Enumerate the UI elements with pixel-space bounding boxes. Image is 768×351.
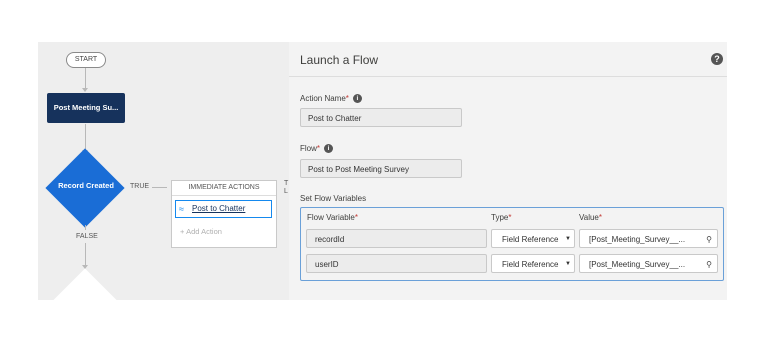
column-header-value: Value*	[579, 213, 602, 222]
column-header-type: Type*	[491, 213, 512, 222]
dropdown-caret-icon: ▼	[565, 236, 571, 242]
value-lookup-field[interactable]: [Post_Meeting_Survey__... ⚲	[579, 254, 718, 273]
record-node[interactable]: Post Meeting Su...	[47, 93, 125, 123]
connector-line	[85, 243, 86, 267]
flow-variable-input[interactable]: recordId	[306, 229, 487, 248]
next-decision-node[interactable]	[52, 268, 118, 300]
panel-title: Launch a Flow	[300, 53, 379, 67]
start-node[interactable]: START	[66, 52, 106, 68]
type-select[interactable]: Field Reference ▼	[491, 229, 575, 248]
immediate-actions-header: IMMEDIATE ACTIONS	[172, 181, 276, 196]
immediate-actions-box: IMMEDIATE ACTIONS ≈ Post to Chatter + Ad…	[171, 180, 277, 248]
connector-line	[85, 68, 86, 90]
action-name-field[interactable]: Post to Chatter	[300, 108, 462, 127]
action-item-label[interactable]: Post to Chatter	[192, 201, 245, 217]
flow-label: Flow* i	[300, 144, 334, 154]
divider	[289, 76, 727, 77]
action-item-post-to-chatter[interactable]: ≈ Post to Chatter	[175, 200, 272, 218]
column-header-variable: Flow Variable*	[307, 213, 358, 222]
search-icon[interactable]: ⚲	[706, 230, 712, 249]
plus-icon: +	[180, 227, 185, 236]
info-icon[interactable]: i	[324, 144, 334, 154]
connector-arrow	[82, 88, 88, 92]
dropdown-caret-icon: ▼	[565, 261, 571, 267]
flow-variable-input[interactable]: userID	[306, 254, 487, 273]
launch-flow-panel: Launch a Flow ? Action Name* i Post to Ch…	[289, 42, 727, 300]
value-lookup-field[interactable]: [Post_Meeting_Survey__... ⚲	[579, 229, 718, 248]
question-icon[interactable]: ?	[711, 53, 723, 65]
connector-line	[152, 187, 167, 188]
cut-off-label: TL	[284, 180, 289, 195]
info-icon[interactable]: i	[352, 94, 362, 104]
type-select[interactable]: Field Reference ▼	[491, 254, 575, 273]
decision-label: Record Created	[58, 181, 114, 190]
action-name-label: Action Name* i	[300, 94, 362, 104]
flow-canvas[interactable]: START Post Meeting Su... Record Created …	[38, 42, 289, 300]
true-branch-label: TRUE	[130, 183, 150, 190]
flow-field[interactable]: Post to Post Meeting Survey	[300, 159, 462, 178]
flow-icon: ≈	[179, 204, 184, 214]
false-branch-label: FALSE	[76, 233, 98, 240]
set-flow-variables-label: Set Flow Variables	[300, 194, 367, 203]
flow-variables-table: Flow Variable* Type* Value* recordId Fie…	[300, 207, 724, 281]
connector-line	[85, 225, 86, 230]
add-action-button[interactable]: + Add Action	[180, 227, 222, 236]
search-icon[interactable]: ⚲	[706, 255, 712, 274]
